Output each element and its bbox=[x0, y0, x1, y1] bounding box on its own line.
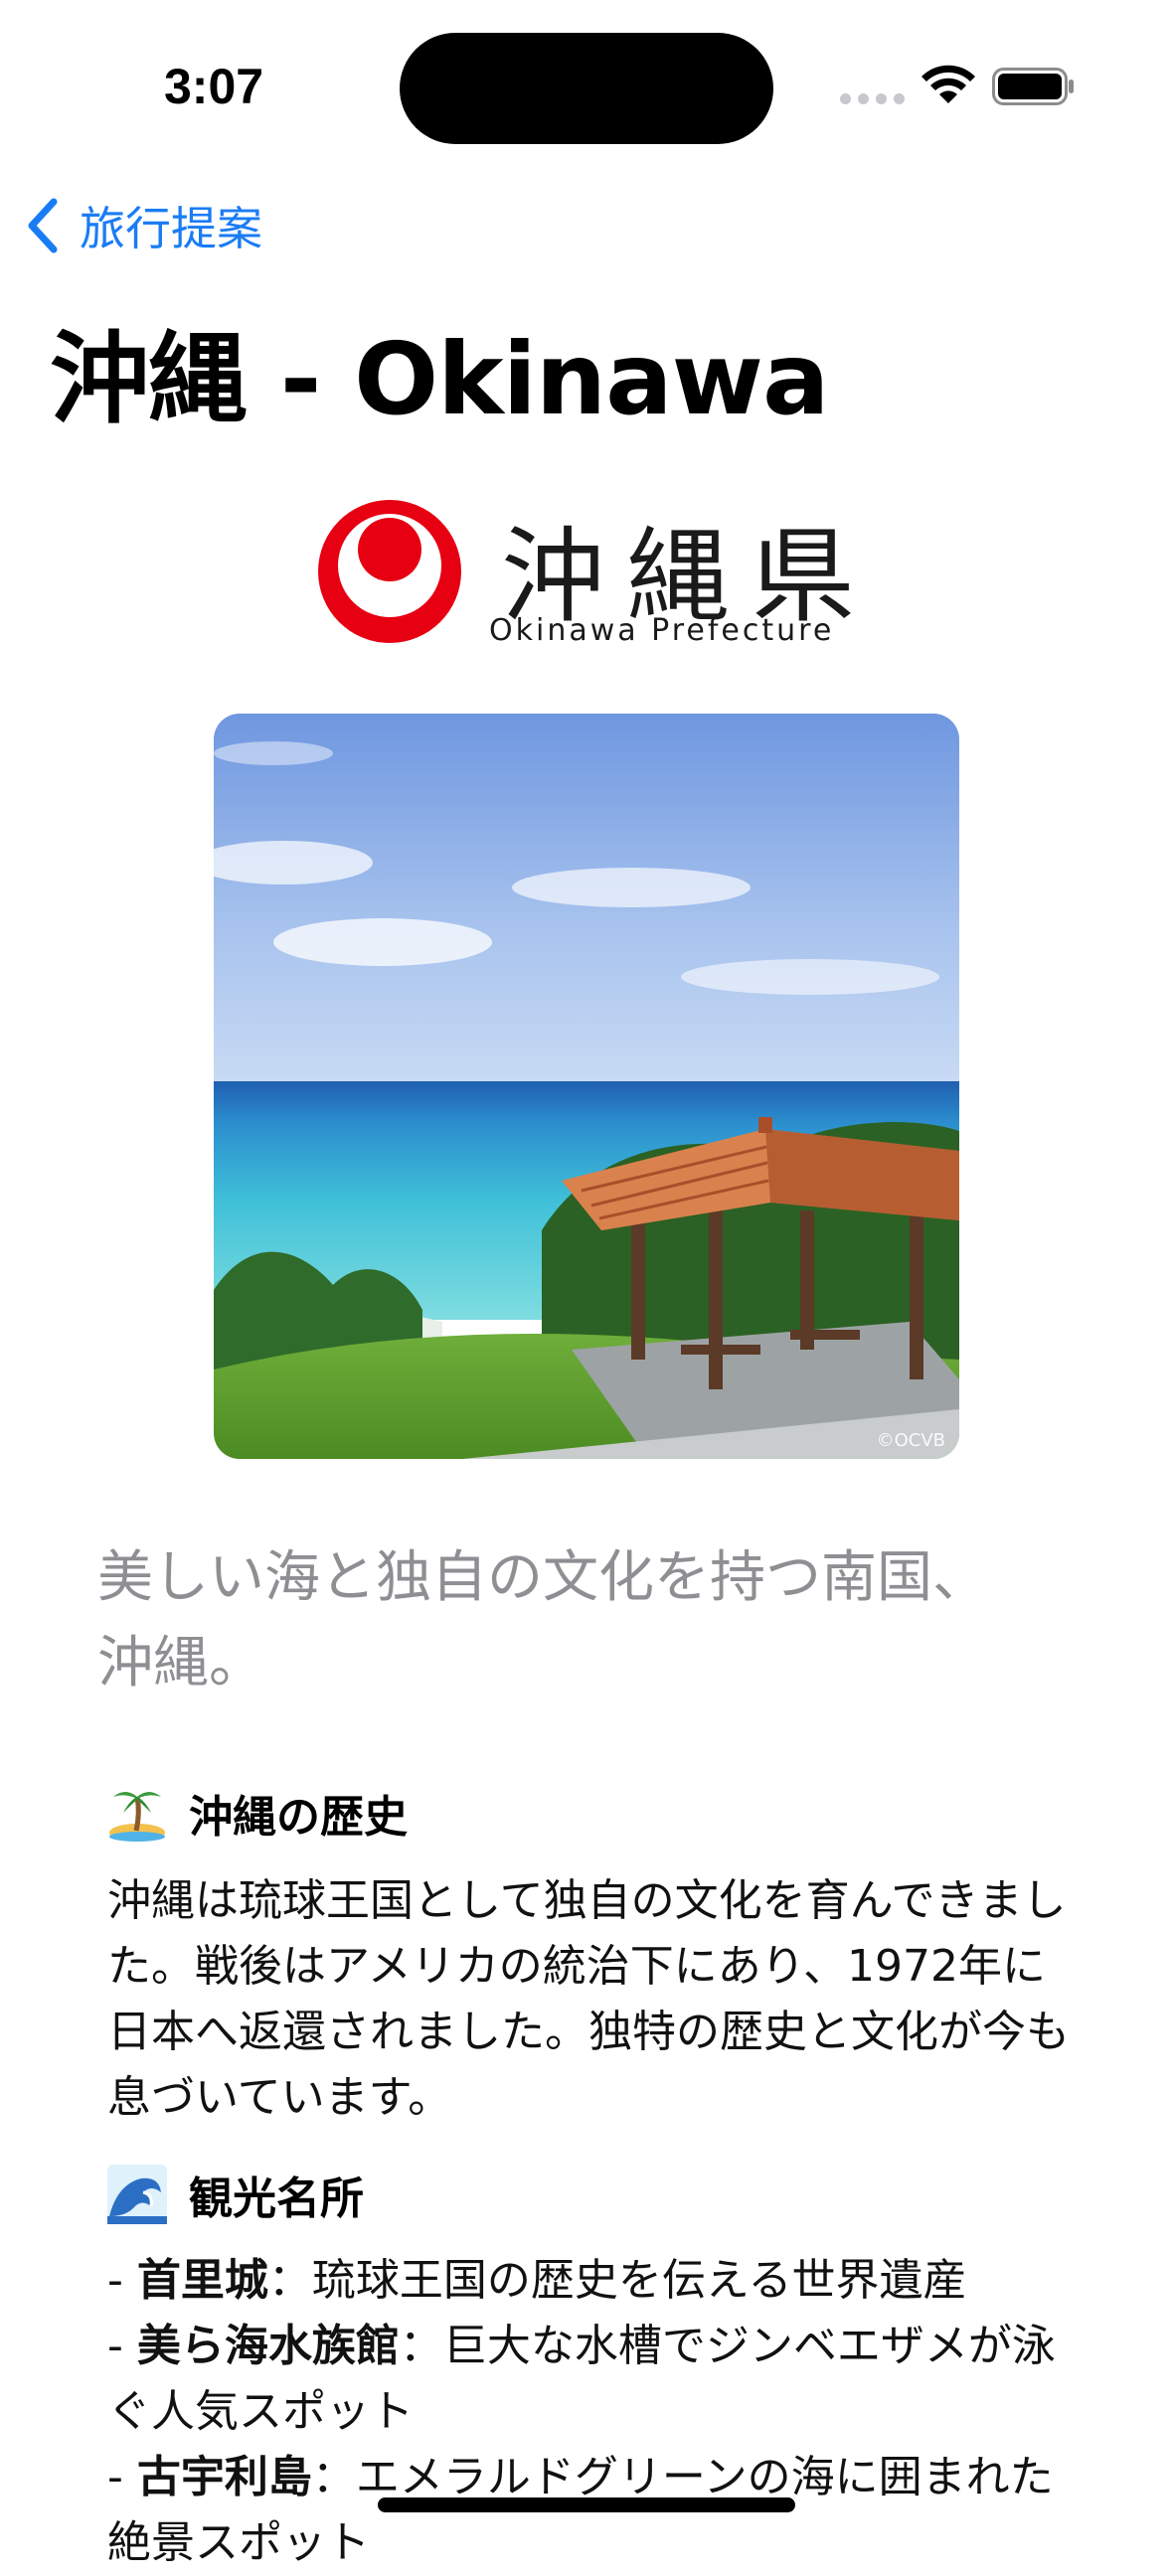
palm-tree-island-icon bbox=[109, 1792, 165, 1842]
list-bullet: - bbox=[107, 2321, 137, 2371]
okinawa-emblem-icon bbox=[318, 500, 461, 643]
battery-icon bbox=[992, 68, 1074, 105]
sights-heading-label: 観光名所 bbox=[189, 2174, 364, 2224]
history-heading-label: 沖縄の歴史 bbox=[189, 1792, 408, 1843]
sight-name: 古宇利島 bbox=[136, 2452, 312, 2502]
sight-name: 首里城 bbox=[136, 2255, 268, 2306]
sight-name: 美ら海水族館 bbox=[136, 2321, 400, 2371]
okinawa-prefecture-logo: 沖縄県 Okinawa Prefecture bbox=[316, 492, 855, 651]
photo-credit: ©OCVB bbox=[876, 1430, 945, 1451]
status-time: 3:07 bbox=[164, 59, 264, 114]
okinawa-beach-photo: ©OCVB bbox=[214, 714, 959, 1459]
wave-icon bbox=[107, 2165, 167, 2224]
wifi-icon bbox=[921, 65, 975, 103]
sights-heading: 観光名所 bbox=[107, 2163, 364, 2226]
chevron-left-icon bbox=[28, 198, 58, 253]
sight-description: ：琉球王国の歴史を伝える世界遺産 bbox=[267, 2255, 967, 2306]
beach-gazebo-image bbox=[214, 714, 959, 1459]
logo-subtitle: Okinawa Prefecture bbox=[489, 613, 835, 648]
list-bullet: - bbox=[107, 2255, 137, 2306]
sights-list: - 首里城：琉球王国の歴史を伝える世界遺産 - 美ら海水族館：巨大な水槽でジンベ… bbox=[107, 2248, 1082, 2576]
page-title: 沖縄 - Okinawa bbox=[50, 321, 829, 437]
list-bullet: - bbox=[107, 2452, 137, 2502]
dynamic-island bbox=[400, 33, 773, 144]
back-button-label: 旅行提案 bbox=[80, 202, 262, 255]
history-body: 沖縄は琉球王国として独自の文化を育んできました。戦後はアメリカの統治下にあり、1… bbox=[107, 1875, 1070, 2123]
history-heading: 沖縄の歴史 bbox=[107, 1781, 408, 1845]
home-indicator[interactable] bbox=[378, 2497, 795, 2512]
list-item: - 首里城：琉球王国の歴史を伝える世界遺産 bbox=[107, 2248, 1082, 2314]
tagline: 美しい海と独自の文化を持つ南国、沖縄。 bbox=[97, 1545, 988, 1695]
cellular-signal-icon bbox=[840, 93, 905, 104]
list-item: - 美ら海水族館：巨大な水槽でジンベエザメが泳ぐ人気スポット bbox=[107, 2314, 1082, 2445]
back-button[interactable]: 旅行提案 bbox=[24, 191, 262, 260]
